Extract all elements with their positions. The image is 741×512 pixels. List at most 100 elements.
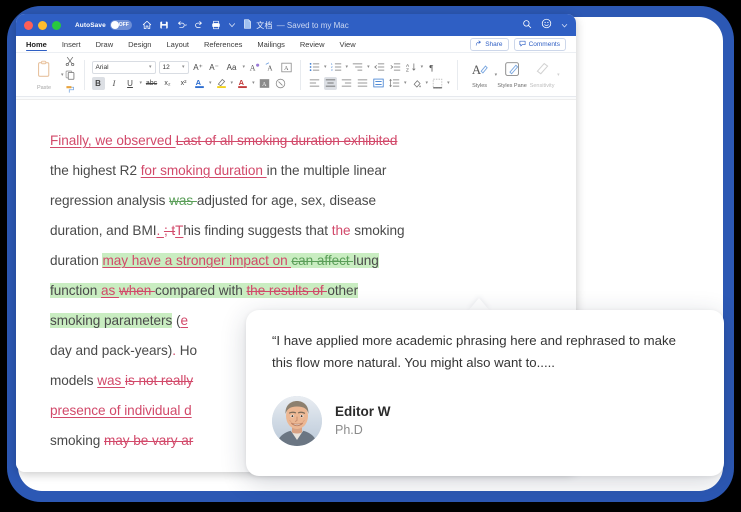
align-left-icon[interactable] bbox=[308, 77, 321, 90]
styles-label: Styles bbox=[472, 82, 488, 89]
align-center-icon[interactable] bbox=[324, 76, 338, 90]
tab-design[interactable]: Design bbox=[128, 36, 151, 52]
autosave-control[interactable]: AutoSave OFF bbox=[75, 20, 132, 30]
tab-home[interactable]: Home bbox=[26, 36, 47, 52]
shrink-font-icon[interactable]: A⁻ bbox=[208, 61, 221, 74]
autosave-state-label: OFF bbox=[118, 22, 129, 28]
ribbon-group-clipboard: Paste ▾ bbox=[22, 56, 82, 94]
styles-pane-button[interactable]: Styles Pane bbox=[497, 61, 527, 90]
numbered-list-icon[interactable]: 123 bbox=[330, 61, 343, 74]
bullet-dropdown-icon[interactable]: ▾ bbox=[324, 64, 327, 70]
text-run-ins: Finally, we observed bbox=[50, 133, 176, 148]
window-traffic-lights[interactable] bbox=[24, 20, 61, 30]
sort-text-icon[interactable]: AZ bbox=[405, 61, 418, 74]
share-button[interactable]: Share bbox=[470, 37, 509, 51]
character-border-icon[interactable]: A bbox=[280, 61, 293, 74]
font-color-button[interactable]: A bbox=[193, 77, 206, 90]
text-run-plain-hl: lung bbox=[353, 253, 379, 268]
text-highlight-button[interactable] bbox=[215, 77, 228, 90]
tab-review[interactable]: Review bbox=[300, 36, 325, 52]
tab-references[interactable]: References bbox=[204, 36, 242, 52]
multilevel-dropdown-icon[interactable]: ▾ bbox=[367, 64, 370, 70]
italic-button[interactable]: I bbox=[108, 77, 121, 90]
minimize-window-button[interactable] bbox=[38, 20, 47, 30]
titlebar-chevron-icon[interactable] bbox=[561, 16, 568, 34]
text-run-ins: . bbox=[156, 223, 164, 238]
font-size-select[interactable]: 12 ▾ bbox=[158, 60, 189, 74]
change-case-dropdown-icon[interactable]: ▾ bbox=[243, 64, 246, 70]
line-spacing-dropdown-icon[interactable]: ▾ bbox=[404, 80, 407, 86]
paragraph-marks-icon[interactable]: ¶ bbox=[426, 61, 439, 74]
numbering-dropdown-icon[interactable]: ▾ bbox=[346, 64, 349, 70]
strikethrough-button[interactable]: abc bbox=[145, 77, 158, 90]
underline-dropdown-icon[interactable]: ▾ bbox=[140, 80, 143, 86]
account-icon[interactable] bbox=[541, 16, 552, 34]
quick-access-toolbar[interactable] bbox=[142, 20, 236, 30]
paste-button[interactable]: Paste bbox=[27, 60, 61, 91]
font-family-select[interactable]: Arial ▾ bbox=[91, 60, 156, 74]
clipboard-tools bbox=[64, 56, 77, 94]
subscript-button[interactable]: x₂ bbox=[161, 77, 174, 90]
tab-insert[interactable]: Insert bbox=[62, 36, 81, 52]
ribbon-tab-bar: Home Insert Draw Design Layout Reference… bbox=[16, 36, 576, 53]
search-icon[interactable] bbox=[522, 16, 532, 34]
text-run-plain: Ho bbox=[179, 343, 197, 358]
bullet-list-icon[interactable] bbox=[308, 61, 321, 74]
line-spacing-icon[interactable] bbox=[388, 77, 401, 90]
save-icon[interactable] bbox=[159, 20, 169, 30]
text-run-del-green: was bbox=[169, 193, 197, 208]
increase-indent-icon[interactable] bbox=[389, 61, 402, 74]
editor-comment-card[interactable]: “I have applied more academic phrasing h… bbox=[246, 310, 724, 476]
tab-draw[interactable]: Draw bbox=[96, 36, 114, 52]
text-effects-icon[interactable]: A bbox=[248, 61, 261, 74]
sort-dropdown-icon[interactable]: ▾ bbox=[421, 64, 424, 70]
window-titlebar: AutoSave OFF 文档 — Saved to my Mac bbox=[16, 14, 576, 36]
character-shading-icon[interactable]: A bbox=[258, 77, 271, 90]
copy-icon[interactable] bbox=[64, 70, 77, 81]
share-label: Share bbox=[485, 40, 503, 48]
sensitivity-button[interactable]: Sensitivity bbox=[527, 61, 557, 90]
shading-fill-icon[interactable] bbox=[410, 77, 423, 90]
tab-mailings[interactable]: Mailings bbox=[257, 36, 285, 52]
highlight-dropdown-icon[interactable]: ▾ bbox=[231, 80, 234, 86]
redo-icon[interactable] bbox=[194, 20, 204, 30]
maximize-window-button[interactable] bbox=[52, 20, 61, 30]
undo-icon[interactable] bbox=[176, 20, 187, 30]
home-icon[interactable] bbox=[142, 20, 152, 30]
superscript-button[interactable]: x² bbox=[177, 77, 190, 90]
tab-layout[interactable]: Layout bbox=[166, 36, 189, 52]
comment-bubble-icon bbox=[519, 40, 526, 49]
clear-formatting-icon[interactable]: A bbox=[264, 61, 277, 74]
decrease-indent-icon[interactable] bbox=[373, 61, 386, 74]
shading-dropdown-icon[interactable]: ▾ bbox=[252, 80, 255, 86]
print-icon[interactable] bbox=[211, 20, 221, 30]
text-run-del-green-hl: can affect bbox=[291, 253, 354, 268]
text-run-plain-hl: compared with bbox=[154, 283, 247, 298]
autosave-toggle-switch[interactable]: OFF bbox=[109, 20, 132, 30]
cut-icon[interactable] bbox=[64, 56, 77, 67]
bold-button[interactable]: B bbox=[91, 76, 105, 90]
clear-all-formatting-icon[interactable] bbox=[274, 77, 287, 90]
close-window-button[interactable] bbox=[24, 20, 33, 30]
text-run-del: may be vary ar bbox=[104, 433, 194, 448]
tab-view[interactable]: View bbox=[339, 36, 355, 52]
text-shading-button[interactable]: A bbox=[236, 77, 249, 90]
distribute-icon[interactable] bbox=[372, 77, 385, 90]
format-painter-icon[interactable] bbox=[64, 83, 77, 94]
grow-font-icon[interactable]: A⁺ bbox=[192, 61, 205, 74]
sensitivity-dropdown-icon[interactable]: ▾ bbox=[557, 72, 560, 78]
borders-dropdown-icon[interactable]: ▾ bbox=[447, 80, 450, 86]
svg-text:A: A bbox=[267, 64, 273, 72]
comments-button[interactable]: Comments bbox=[513, 37, 566, 51]
underline-button[interactable]: U bbox=[124, 77, 137, 90]
justify-icon[interactable] bbox=[356, 77, 369, 90]
borders-icon[interactable] bbox=[431, 77, 444, 90]
font-color-dropdown-icon[interactable]: ▾ bbox=[209, 80, 212, 86]
styles-button[interactable]: A Styles bbox=[465, 61, 495, 90]
align-right-icon[interactable] bbox=[340, 77, 353, 90]
multilevel-list-icon[interactable] bbox=[351, 61, 364, 74]
author-credential: Ph.D bbox=[335, 422, 363, 437]
shading-fill-dropdown-icon[interactable]: ▾ bbox=[426, 80, 429, 86]
change-case-icon[interactable]: Aa bbox=[224, 61, 240, 74]
customize-toolbar-icon[interactable] bbox=[228, 21, 236, 29]
